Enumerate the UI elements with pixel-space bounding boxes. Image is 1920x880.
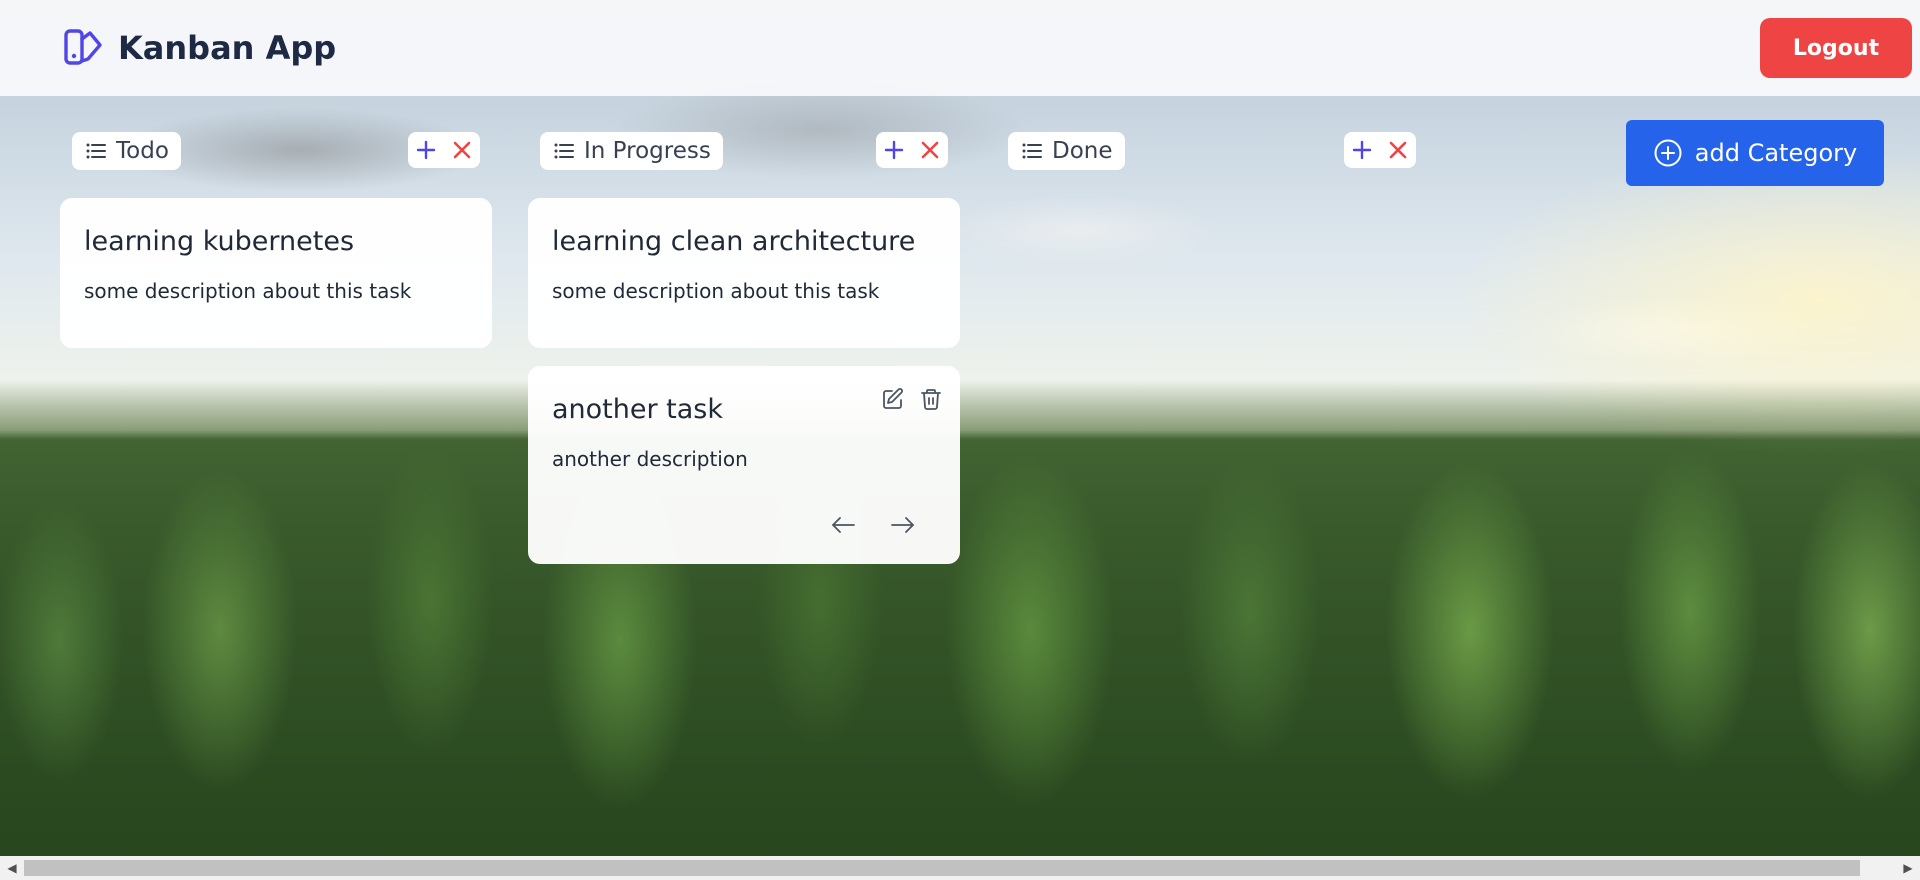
task-description: some description about this task xyxy=(552,279,880,303)
scrollbar-thumb[interactable] xyxy=(24,860,1860,876)
list-icon xyxy=(1022,143,1042,159)
task-card[interactable]: learning kubernetes some description abo… xyxy=(60,198,492,348)
move-left-button[interactable] xyxy=(830,512,856,538)
column-actions xyxy=(408,132,480,168)
delete-column-button[interactable] xyxy=(449,137,475,163)
task-move-controls xyxy=(830,512,916,538)
plus-icon xyxy=(1352,140,1372,160)
column-in-progress: In Progress learning clean architecture … xyxy=(528,120,960,564)
delete-column-button[interactable] xyxy=(1385,137,1411,163)
add-category-label: add Category xyxy=(1694,139,1858,167)
add-task-button[interactable] xyxy=(413,137,439,163)
column-title-todo[interactable]: Todo xyxy=(72,132,181,170)
column-title-done[interactable]: Done xyxy=(1008,132,1125,170)
task-title: another task xyxy=(552,394,724,425)
column-header: Todo xyxy=(60,120,492,180)
delete-task-button[interactable] xyxy=(918,386,944,412)
app-title: Kanban App xyxy=(118,29,337,67)
task-description: some description about this task xyxy=(84,279,412,303)
column-todo: Todo learning kubernetes some descriptio… xyxy=(60,120,492,348)
list-icon xyxy=(554,143,574,159)
column-title-label: In Progress xyxy=(584,138,711,164)
column-header: In Progress xyxy=(528,120,960,180)
edit-task-button[interactable] xyxy=(880,386,906,412)
plus-icon xyxy=(416,140,436,160)
column-title-label: Done xyxy=(1052,138,1113,164)
scroll-left-arrow-icon[interactable]: ◀ xyxy=(0,856,24,880)
close-icon xyxy=(1389,141,1407,159)
move-right-button[interactable] xyxy=(890,512,916,538)
circle-plus-icon xyxy=(1654,139,1682,167)
kanban-logo-icon xyxy=(64,29,102,65)
close-icon xyxy=(921,141,939,159)
column-actions xyxy=(1344,132,1416,168)
column-done: Done xyxy=(996,120,1428,180)
edit-icon xyxy=(883,388,903,409)
task-title: learning clean architecture xyxy=(552,226,916,257)
arrow-right-icon xyxy=(891,517,914,533)
task-description: another description xyxy=(552,447,748,471)
close-icon xyxy=(453,141,471,159)
add-task-button[interactable] xyxy=(881,137,907,163)
logout-button[interactable]: Logout xyxy=(1760,18,1912,78)
add-category-button[interactable]: add Category xyxy=(1626,120,1884,186)
task-card[interactable]: learning clean architecture some descrip… xyxy=(528,198,960,348)
column-header: Done xyxy=(996,120,1428,180)
page: Kanban App Logout Todo learning kubernet… xyxy=(0,0,1920,880)
scroll-right-arrow-icon[interactable]: ▶ xyxy=(1896,856,1920,880)
delete-column-button[interactable] xyxy=(917,137,943,163)
brand[interactable]: Kanban App xyxy=(62,28,336,68)
horizontal-scrollbar[interactable]: ◀ ▶ xyxy=(0,856,1920,880)
task-tools xyxy=(880,386,944,412)
arrow-left-icon xyxy=(832,517,855,533)
column-title-label: Todo xyxy=(116,138,169,164)
column-title-in-progress[interactable]: In Progress xyxy=(540,132,723,170)
task-card[interactable]: another task another description xyxy=(528,366,960,564)
add-task-button[interactable] xyxy=(1349,137,1375,163)
list-icon xyxy=(86,143,106,159)
plus-icon xyxy=(884,140,904,160)
column-actions xyxy=(876,132,948,168)
background-forest xyxy=(0,380,1920,880)
app-header: Kanban App Logout xyxy=(0,0,1920,96)
trash-icon xyxy=(921,389,941,410)
task-title: learning kubernetes xyxy=(84,226,355,257)
